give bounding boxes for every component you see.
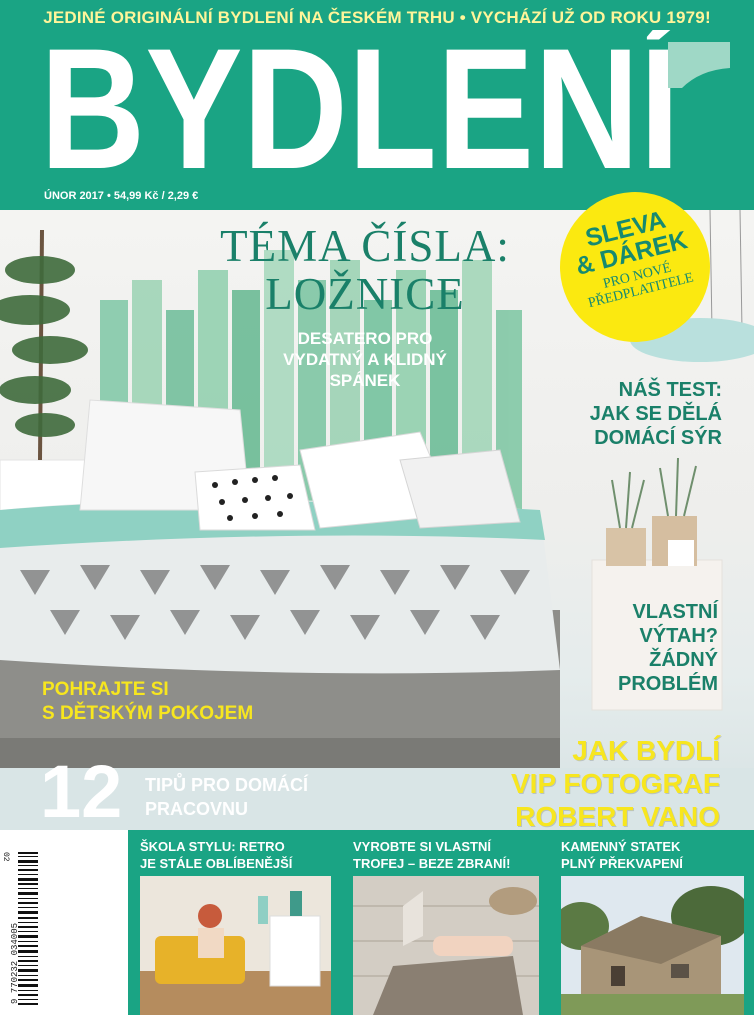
panel-3-title: KAMENNÝ STATEK PLNÝ PŘEKVAPENÍ <box>561 838 746 872</box>
cover-story-sub-2: VYDATNÝ A KLIDNÝ <box>283 350 447 369</box>
panel-1-line-1: ŠKOLA STYLU: RETRO <box>140 839 285 854</box>
magazine-cover: JEDINÉ ORIGINÁLNÍ BYDLENÍ NA ČESKÉM TRHU… <box>0 0 754 1015</box>
panel-2-line-1: VYROBTE SI VLASTNÍ <box>353 839 491 854</box>
retro-style-panel: ŠKOLA STYLU: RETRO JE STÁLE OBLÍBENĚJŠÍ <box>128 830 341 1015</box>
barcode-digits: 9 770232 034005 <box>10 922 20 1004</box>
elevator-headline: VLASTNÍ VÝTAH? ŽÁDNÝ PROBLÉM <box>590 600 718 696</box>
cheese-test-headline: NÁŠ TEST: JAK SE DĚLÁ DOMÁCÍ SÝR <box>560 378 722 450</box>
farmhouse-photo <box>561 876 744 1015</box>
panel-1-line-2: JE STÁLE OBLÍBENĚJŠÍ <box>140 856 293 871</box>
test-line-2: JAK SE DĚLÁ <box>589 403 722 425</box>
diy-trophy-panel: VYROBTE SI VLASTNÍ TROFEJ – BEZE ZBRANÍ! <box>341 830 549 1015</box>
logo: BYDLENÍ <box>40 30 730 180</box>
elevator-line-2: VÝTAH? <box>639 625 718 647</box>
issue-info: ÚNOR 2017 • 54,99 Kč / 2,29 € <box>44 190 199 202</box>
elevator-line-3: ŽÁDNÝ <box>649 649 718 671</box>
test-line-1: NÁŠ TEST: <box>618 379 722 401</box>
tagline: JEDINÉ ORIGINÁLNÍ BYDLENÍ NA ČESKÉM TRHU… <box>43 8 711 27</box>
panel-3-line-2: PLNÝ PŘEKVAPENÍ <box>561 856 683 871</box>
barcode-issue-code: 02 <box>1 852 10 862</box>
stone-farmhouse-panel: KAMENNÝ STATEK PLNÝ PŘEKVAPENÍ <box>549 830 754 1015</box>
tips-headline: TIPŮ PRO DOMÁCÍ PRACOVNU <box>145 773 308 821</box>
retro-room-photo <box>140 876 331 1015</box>
cover-story-line-1: TÉMA ČÍSLA: <box>220 221 510 271</box>
trophy-photo <box>353 876 539 1015</box>
vip-line-2: VIP FOTOGRAF <box>511 768 720 799</box>
kids-line-1: POHRAJTE SI <box>42 679 169 700</box>
test-line-3: DOMÁCÍ SÝR <box>594 427 722 449</box>
vip-line-3: ROBERT VANO <box>515 801 720 832</box>
masthead: JEDINÉ ORIGINÁLNÍ BYDLENÍ NA ČESKÉM TRHU… <box>0 0 754 210</box>
pillow-dots <box>194 464 316 531</box>
cover-story-subtitle: DESATERO PRO VYDATNÝ A KLIDNÝ SPÁNEK <box>265 328 465 391</box>
cover-story-sub-3: SPÁNEK <box>329 371 401 390</box>
kids-room-headline: POHRAJTE SI S DĚTSKÝM POKOJEM <box>42 678 253 726</box>
panel-3-line-1: KAMENNÝ STATEK <box>561 839 681 854</box>
elevator-line-1: VLASTNÍ <box>632 601 718 623</box>
vip-headline: JAK BYDLÍ VIP FOTOGRAF ROBERT VANO <box>430 734 720 833</box>
cover-story-line-2: LOŽNICE <box>265 269 465 319</box>
cover-story-sub-1: DESATERO PRO <box>297 329 433 348</box>
pillow-triangles <box>399 449 521 529</box>
kids-line-2: S DĚTSKÝM POKOJEM <box>42 703 254 724</box>
cover-story-title: TÉMA ČÍSLA: LOŽNICE <box>185 222 545 318</box>
tips-line-2: PRACOVNU <box>145 799 249 819</box>
panel-2-line-2: TROFEJ – BEZE ZBRANÍ! <box>353 856 511 871</box>
tips-number: 12 <box>40 750 123 833</box>
vip-line-1: JAK BYDLÍ <box>572 735 720 766</box>
panel-1-title: ŠKOLA STYLU: RETRO JE STÁLE OBLÍBENĚJŠÍ <box>140 838 333 872</box>
panel-2-title: VYROBTE SI VLASTNÍ TROFEJ – BEZE ZBRANÍ! <box>353 838 541 872</box>
logo-text: BYDLENÍ <box>40 30 684 180</box>
tips-line-1: TIPŮ PRO DOMÁCÍ <box>145 775 309 795</box>
elevator-line-4: PROBLÉM <box>618 673 718 695</box>
logo-accent-icon <box>668 42 730 88</box>
